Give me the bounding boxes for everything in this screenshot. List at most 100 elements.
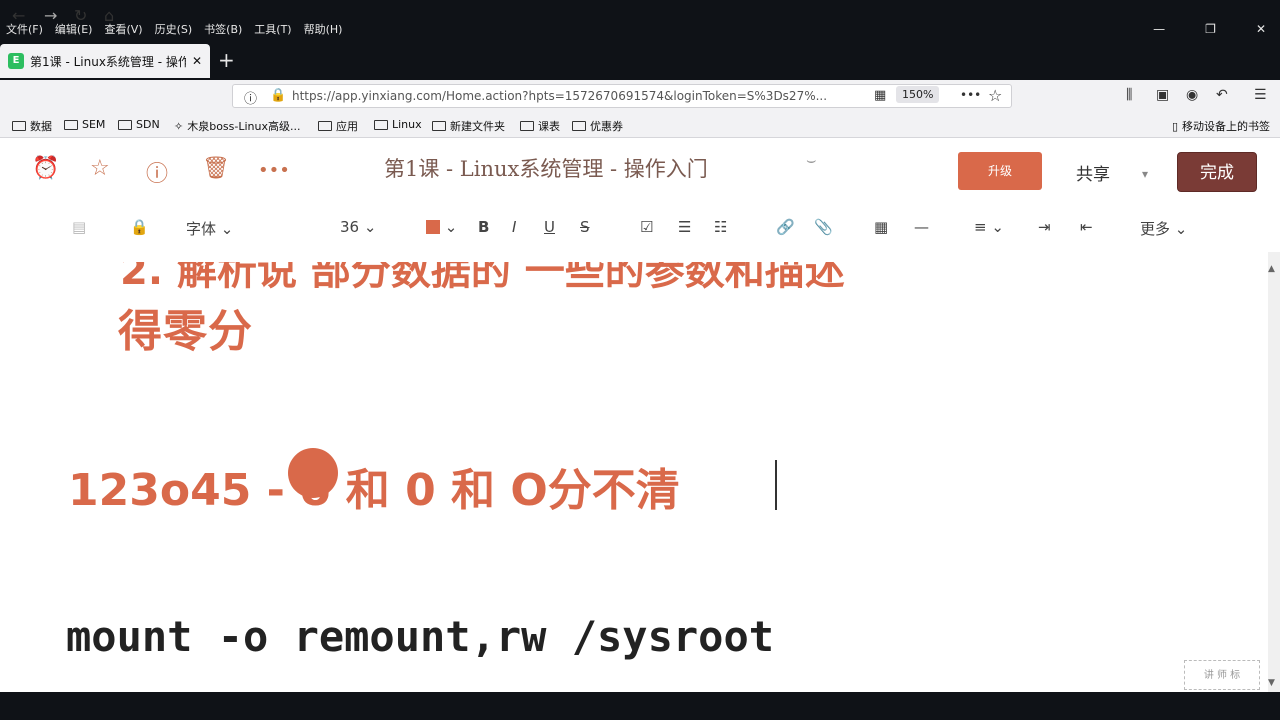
- numbered-list-icon[interactable]: ☷: [714, 218, 727, 236]
- content-line: 123o45 - o 和 0 和 O分不清: [68, 465, 680, 516]
- tab-close-icon[interactable]: ✕: [192, 54, 202, 68]
- sidebar-icon[interactable]: ▣: [1156, 87, 1169, 103]
- bookmarks-bar: 数据 SEM SDN ✧ 木泉boss-Linux高级... 应用 Linux 新…: [0, 112, 1280, 138]
- content-line: 得零分: [118, 306, 253, 357]
- zoom-level[interactable]: 150%: [896, 86, 940, 103]
- menubar: 文件(F) 编辑(E) 查看(V) 历史(S) 书签(B) 工具(T) 帮助(H…: [0, 0, 1280, 40]
- page-actions-icon[interactable]: •••: [960, 88, 981, 102]
- note-info-icon[interactable]: ⓘ: [146, 156, 168, 188]
- text-color-picker[interactable]: ⌄: [426, 218, 457, 236]
- bookmark-item[interactable]: Linux: [374, 118, 422, 131]
- menu-tools[interactable]: 工具(T): [254, 21, 291, 37]
- folder-icon: [64, 119, 78, 130]
- note-title[interactable]: 第1课 - Linux系统管理 - 操作入门: [384, 153, 708, 183]
- template-icon[interactable]: ▤: [72, 218, 86, 236]
- library-icon[interactable]: ⫼: [1126, 87, 1132, 103]
- done-button[interactable]: 完成: [1177, 152, 1257, 192]
- indent-icon[interactable]: ⇥: [1038, 218, 1051, 236]
- bold-icon[interactable]: B: [478, 218, 489, 236]
- bookmark-label: 应用: [336, 120, 358, 133]
- strikethrough-icon[interactable]: S: [580, 218, 590, 236]
- bookmark-label: Linux: [392, 118, 422, 131]
- trash-icon[interactable]: 🗑: [202, 156, 230, 181]
- table-icon[interactable]: ▦: [874, 218, 888, 236]
- menu-help[interactable]: 帮助(H): [304, 21, 343, 37]
- folder-icon: [318, 121, 332, 131]
- tab-title: 第1课 - Linux系统管理 - 操作...: [30, 54, 186, 69]
- sync-icon[interactable]: ↶: [1216, 87, 1228, 103]
- checkbox-icon[interactable]: ☑: [640, 218, 653, 236]
- watermark: 讲 师 标: [1184, 660, 1260, 690]
- folder-icon: [374, 119, 388, 130]
- upgrade-button[interactable]: 升级: [958, 152, 1042, 190]
- minimize-icon[interactable]: —: [1153, 22, 1165, 36]
- sync-status-icon: ⌣: [806, 150, 817, 169]
- share-button[interactable]: 共享: [1076, 160, 1110, 185]
- bookmark-item[interactable]: 新建文件夹: [432, 118, 505, 134]
- bookmark-label: SDN: [136, 118, 160, 131]
- menu-history[interactable]: 历史(S): [155, 21, 193, 37]
- folder-icon: [118, 119, 132, 130]
- url-text[interactable]: https://app.yinxiang.com/Home.action?hpt…: [292, 89, 852, 103]
- account-icon[interactable]: ◉: [1186, 87, 1198, 103]
- home-icon[interactable]: ⌂: [104, 6, 114, 25]
- vertical-scrollbar[interactable]: [1268, 252, 1280, 692]
- italic-icon[interactable]: I: [512, 218, 516, 236]
- bookmark-label: 优惠券: [590, 120, 623, 133]
- bookmark-label: 移动设备上的书签: [1182, 120, 1270, 133]
- bookmark-item[interactable]: SDN: [118, 118, 160, 131]
- folder-icon: [432, 121, 446, 131]
- font-family-dropdown[interactable]: 字体 ⌄: [186, 218, 233, 239]
- new-tab-button[interactable]: +: [218, 50, 235, 70]
- outdent-icon[interactable]: ⇤: [1080, 218, 1093, 236]
- horizontal-rule-icon[interactable]: —: [914, 218, 929, 236]
- bookmark-item[interactable]: 应用: [318, 118, 358, 134]
- share-dropdown-icon[interactable]: ▾: [1142, 167, 1148, 181]
- bookmark-label: 新建文件夹: [450, 120, 505, 133]
- lock-note-icon[interactable]: 🔒: [130, 218, 149, 236]
- bookmark-item[interactable]: 数据: [12, 118, 52, 134]
- mobile-bookmarks[interactable]: ▯ 移动设备上的书签: [1172, 118, 1270, 134]
- menu-bookmarks[interactable]: 书签(B): [204, 21, 242, 37]
- align-dropdown-icon[interactable]: ≡ ⌄: [974, 218, 1004, 236]
- link-icon[interactable]: 🔗: [776, 218, 795, 236]
- forward-icon[interactable]: →: [44, 6, 57, 25]
- bookmark-item[interactable]: SEM: [64, 118, 105, 131]
- back-icon[interactable]: ←: [12, 6, 25, 25]
- text-caret: [775, 460, 777, 510]
- info-icon[interactable]: ⓘ: [244, 88, 257, 107]
- attachment-icon[interactable]: 📎: [814, 218, 833, 236]
- mobile-icon: ▯: [1171, 119, 1178, 133]
- lock-icon: 🔒: [270, 88, 287, 103]
- taskbar: [0, 692, 1280, 720]
- scroll-down-icon[interactable]: ▼: [1268, 678, 1275, 688]
- shortcut-star-icon[interactable]: ☆: [90, 156, 110, 181]
- bookmark-label: 课表: [538, 120, 560, 133]
- reminder-alarm-icon[interactable]: ⏰: [32, 156, 59, 181]
- command-line: mount -o remount,rw /sysroot: [66, 612, 775, 661]
- bookmark-item[interactable]: ✧ 木泉boss-Linux高级...: [174, 118, 301, 134]
- bookmark-star-icon[interactable]: ☆: [988, 86, 1002, 105]
- scroll-up-icon[interactable]: ▲: [1268, 264, 1275, 274]
- bookmark-label: 数据: [30, 120, 52, 133]
- qr-code-icon[interactable]: ▦: [874, 88, 886, 103]
- more-dropdown[interactable]: 更多 ⌄: [1140, 218, 1187, 239]
- font-size-dropdown[interactable]: 36 ⌄: [340, 218, 376, 236]
- folder-icon: [520, 121, 534, 131]
- close-window-icon[interactable]: ✕: [1256, 22, 1266, 36]
- folder-icon: [572, 121, 586, 131]
- browser-tab[interactable]: E 第1课 - Linux系统管理 - 操作... ✕: [0, 44, 210, 78]
- bookmark-label: SEM: [82, 118, 106, 131]
- bookmark-label: 木泉boss-Linux高级...: [187, 120, 301, 133]
- puzzle-icon: ✧: [174, 119, 184, 133]
- folder-icon: [12, 121, 26, 131]
- reload-icon[interactable]: ↻: [74, 6, 87, 25]
- menu-hamburger-icon[interactable]: ☰: [1254, 87, 1267, 103]
- restore-icon[interactable]: ❐: [1205, 22, 1216, 36]
- evernote-favicon-icon: E: [8, 53, 24, 69]
- bookmark-item[interactable]: 课表: [520, 118, 560, 134]
- underline-icon[interactable]: U: [544, 218, 555, 236]
- bookmark-item[interactable]: 优惠券: [572, 118, 623, 134]
- more-actions-icon[interactable]: •••: [258, 160, 290, 181]
- bulleted-list-icon[interactable]: ☰: [678, 218, 691, 236]
